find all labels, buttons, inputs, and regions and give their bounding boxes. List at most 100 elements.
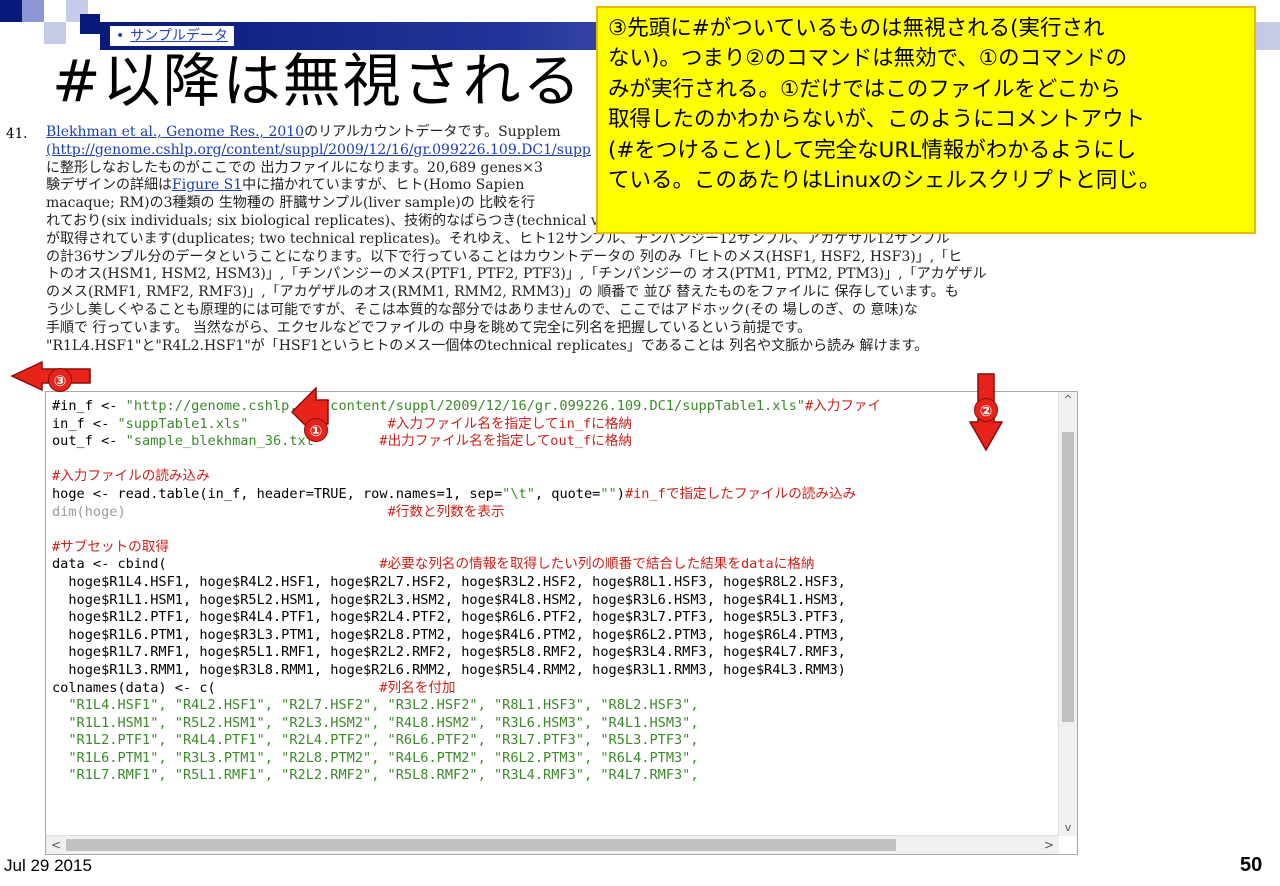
code-comment: #列名を付加	[379, 679, 456, 696]
code-string: "\t"	[502, 485, 535, 502]
code-text: hoge <- read.table(in_f, header=TRUE, ro…	[52, 485, 503, 502]
code-string: "http://genome.cshlp.org/content/suppl/2…	[125, 398, 805, 414]
body-line: トのオス(HSM1, HSM2, HSM3)」,「チンパンジーのメス(PTF1,…	[46, 266, 1076, 284]
corner-square-1	[0, 0, 22, 22]
code-string: "R1L1.HSM1", "R5L2.HSM1", "R2L3.HSM2", "…	[68, 714, 699, 731]
callout-line: ている。このあたりはLinuxのシェルスクリプトと同じ。	[608, 168, 1161, 194]
code-line: "R1L6.PTM1", "R3L3.PTM1", "R2L8.PTM2", "…	[52, 750, 1055, 768]
code-text: in_f <-	[52, 415, 118, 432]
marker-2: ②	[974, 398, 998, 422]
callout-box: ③先頭に#がついているものは無視される(実行され ない)。つまり②のコマンドは無効…	[596, 6, 1256, 234]
corner-square-3	[44, 22, 66, 44]
code-comment: #行数と列数を表示	[387, 503, 505, 520]
body-text: のリアルカウントデータです。Supplem	[304, 124, 561, 140]
code-comment: #出力ファイル名を指定してout_fに格納	[379, 433, 632, 450]
vertical-scrollbar[interactable]: ^ v	[1058, 392, 1077, 836]
page-title: #以降は無視される	[52, 47, 583, 115]
body-text: のメス(RMF1, RMF2, RMF3)」,「アカゲザルのオス(RMM1, R…	[46, 284, 959, 301]
code-line: hoge$R1L3.RMM1, hoge$R3L8.RMM1, hoge$R2L…	[52, 662, 1055, 680]
body-line: 手順で 行っています。 当然ながら、エクセルなどでファイルの 中身を眺めて完全に…	[46, 320, 1076, 338]
footer-date: Jul 29 2015	[4, 856, 92, 875]
code-string: "R1L2.PTF1", "R4L4.PTF1", "R2L4.PTF2", "…	[68, 732, 699, 749]
code-content: #in_f <- "http://genome.cshlp.org/conten…	[52, 398, 1055, 834]
code-line: #入力ファイルの読み込み	[52, 468, 1055, 486]
page-number: 50	[1240, 854, 1263, 876]
code-line: "R1L7.RMF1", "R5L1.RMF1", "R2L2.RMF2", "…	[52, 767, 1055, 785]
code-block[interactable]: #in_f <- "http://genome.cshlp.org/conten…	[45, 391, 1078, 855]
code-text: , quote=	[534, 485, 601, 502]
code-line: data <- cbind( #必要な列名の情報を取得したい列の順番で結合した結…	[52, 556, 1055, 574]
vertical-scroll-thumb[interactable]	[1062, 432, 1074, 722]
callout-line: ない)。つまり②のコマンドは無効で、①のコマンドの	[608, 46, 1128, 72]
code-line: out_f <- "sample_blekhman_36.txt" #出力ファイ…	[52, 433, 1055, 451]
code-string: "R1L6.PTM1", "R3L3.PTM1", "R2L8.PTM2", "…	[68, 749, 699, 766]
code-text: data <- cbind(	[52, 556, 380, 573]
code-comment: #入力ファイルの読み込み	[52, 468, 210, 485]
code-text: hoge$R1L2.PTF1, hoge$R4L4.PTF1, hoge$R2L…	[52, 609, 846, 626]
horizontal-scroll-thumb[interactable]	[66, 839, 896, 851]
code-text: hoge$R1L1.HSM1, hoge$R5L2.HSM1, hoge$R2L…	[52, 591, 846, 608]
code-line: hoge$R1L4.HSF1, hoge$R4L2.HSF1, hoge$R2L…	[52, 574, 1055, 592]
scroll-left-icon[interactable]: <	[48, 836, 64, 854]
code-text: hoge$R1L3.RMM1, hoge$R3L8.RMM1, hoge$R2L…	[52, 661, 846, 678]
horizontal-scrollbar[interactable]: < >	[46, 835, 1059, 854]
body-text: の計36サンプル分のデータということになります。以下で行っていることはカウントデ…	[46, 248, 963, 265]
callout-line: ③先頭に#がついているものは無視される(実行され	[608, 16, 1105, 41]
code-comment: #in_fで指定したファイルの読み込み	[624, 485, 857, 502]
marker-3: ③	[48, 368, 72, 392]
code-text: )	[616, 485, 625, 502]
code-line: "R1L4.HSF1", "R4L2.HSF1", "R2L7.HSF2", "…	[52, 697, 1055, 715]
reference-link[interactable]: Figure S1	[172, 177, 242, 193]
scroll-down-icon[interactable]: v	[1059, 820, 1077, 836]
body-text: 手順で 行っています。 当然ながら、エクセルなどでファイルの 中身を眺めて完全に…	[46, 319, 812, 336]
code-string: "R1L7.RMF1", "R5L1.RMF1", "R2L2.RMF2", "…	[68, 767, 699, 784]
body-line: の計36サンプル分のデータということになります。以下で行っていることはカウントデ…	[46, 249, 1076, 267]
code-line: in_f <- "suppTable1.xls" #入力ファイル名を指定してin…	[52, 416, 1055, 434]
code-comment: #必要な列名の情報を取得したい列の順番で結合した結果をdataに格納	[379, 556, 815, 573]
body-text: macaque; RM)の3種類の 生物種の 肝臓サンプル(liver samp…	[46, 195, 536, 212]
body-line: のメス(RMF1, RMF2, RMF3)」,「アカゲザルのオス(RMM1, R…	[46, 284, 1076, 302]
callout-line: 取得したのかわからないが、このようにコメントアウト	[608, 107, 1146, 133]
body-text: トのオス(HSM1, HSM2, HSM3)」,「チンパンジーのメス(PTF1,…	[46, 266, 987, 283]
code-line: "R1L1.HSM1", "R5L2.HSM1", "R2L3.HSM2", "…	[52, 715, 1055, 733]
code-line: #in_f <- "http://genome.cshlp.org/conten…	[52, 398, 1055, 416]
code-line: hoge <- read.table(in_f, header=TRUE, ro…	[52, 486, 1055, 504]
code-line: "R1L2.PTF1", "R4L4.PTF1", "R2L4.PTF2", "…	[52, 732, 1055, 750]
reference-link[interactable]: (http://genome.cshlp.org/content/suppl/2…	[46, 142, 591, 158]
code-text: hoge$R1L6.PTM1, hoge$R3L3.PTM1, hoge$R2L…	[52, 626, 846, 643]
body-text: 中に描かれていますが、ヒト(Homo Sapien	[242, 177, 525, 194]
corner-square-5	[80, 14, 100, 34]
callout-line: みが実行される。①だけではこのファイルをどこから	[608, 76, 1122, 102]
code-string: "R1L4.HSF1", "R4L2.HSF1", "R2L7.HSF2", "…	[68, 697, 699, 714]
scroll-up-icon[interactable]: ^	[1059, 392, 1077, 408]
code-comment: #サブセットの取得	[52, 538, 169, 555]
code-text: hoge$R1L4.HSF1, hoge$R4L2.HSF1, hoge$R2L…	[52, 573, 846, 590]
bullet-icon: •	[116, 28, 125, 44]
code-line: #サブセットの取得	[52, 539, 1055, 557]
breadcrumb-label: サンプルデータ	[130, 28, 228, 44]
body-text: 験デザインの詳細は	[46, 177, 172, 194]
scroll-right-icon[interactable]: >	[1041, 836, 1057, 854]
callout-line: (#をつけること)して完全なURL情報がわかるようにし	[608, 137, 1137, 163]
code-line: hoge$R1L6.PTM1, hoge$R3L3.PTM1, hoge$R2L…	[52, 627, 1055, 645]
breadcrumb-link[interactable]: • サンプルデータ	[110, 26, 234, 46]
reference-link[interactable]: Blekhman et al., Genome Res., 2010	[46, 124, 304, 140]
code-text: dim(hoge)	[52, 503, 126, 520]
body-text: "R1L4.HSF1"と"R4L2.HSF1"が「HSF1というヒトのメス一個体…	[46, 337, 929, 354]
marker-1: ①	[304, 418, 328, 442]
list-item-number: 41.	[6, 126, 28, 142]
code-text: hoge$R1L7.RMF1, hoge$R5L1.RMF1, hoge$R2L…	[52, 644, 846, 661]
code-line: colnames(data) <- c( #列名を付加	[52, 680, 1055, 698]
body-line: "R1L4.HSF1"と"R4L2.HSF1"が「HSF1というヒトのメス一個体…	[46, 338, 1076, 356]
code-text: out_f <-	[52, 433, 126, 450]
code-string: "suppTable1.xls"	[117, 415, 249, 432]
code-comment: #入力ファイ	[804, 398, 882, 414]
corner-square-2	[22, 0, 44, 22]
